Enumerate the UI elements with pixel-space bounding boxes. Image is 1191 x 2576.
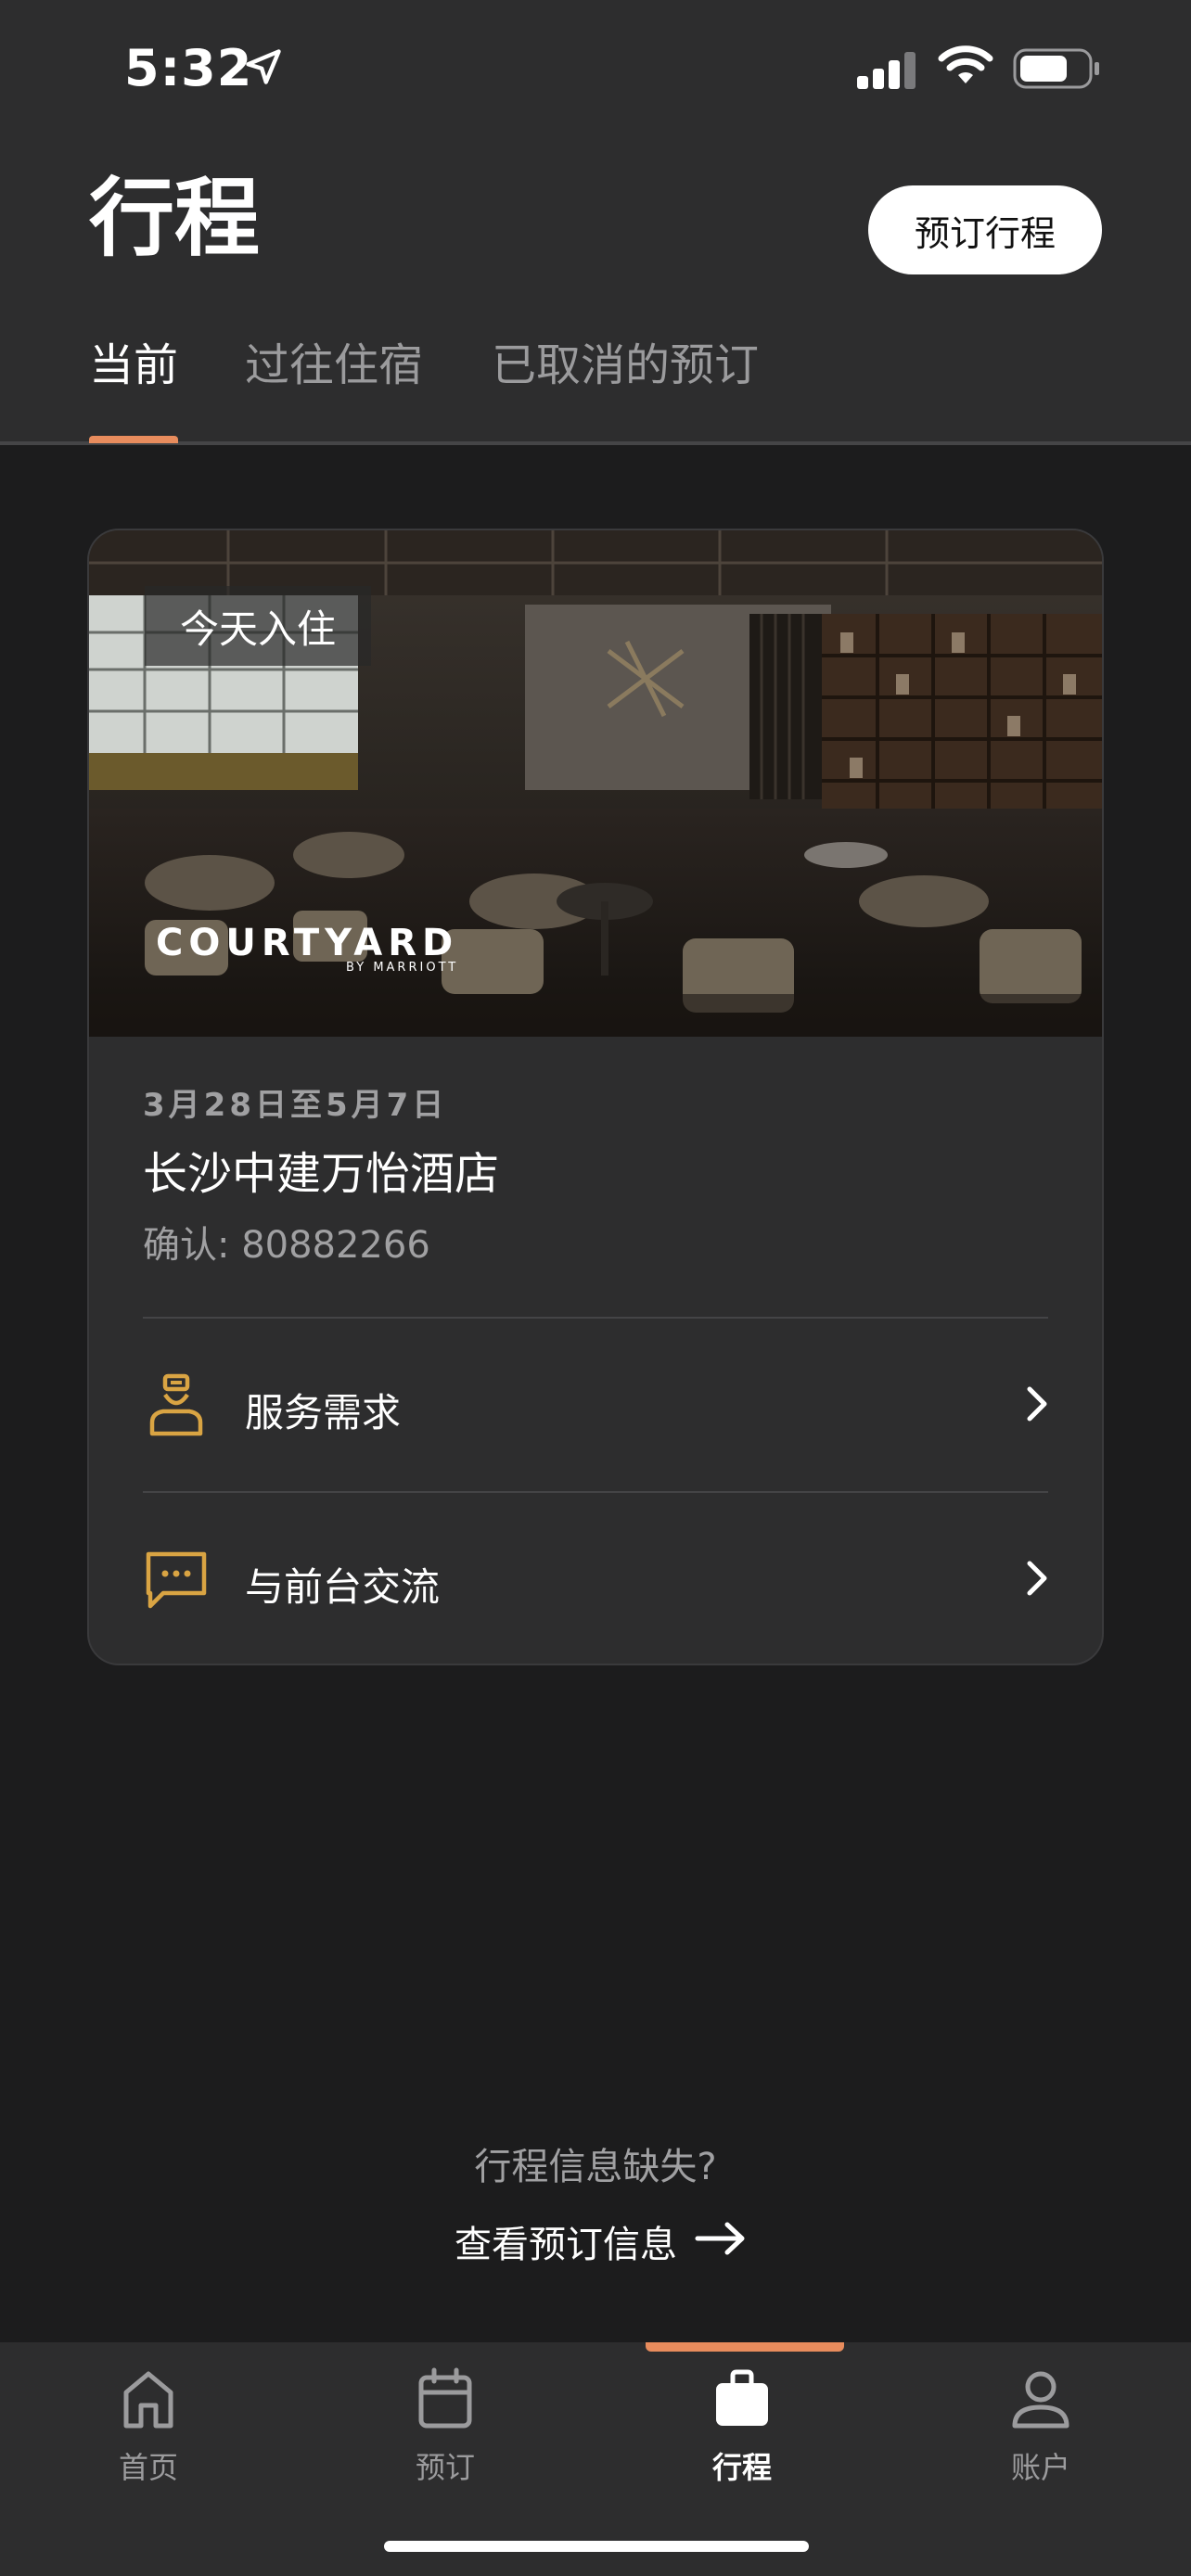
nav-trips-label: 行程 bbox=[711, 2450, 772, 2485]
chevron-right-icon bbox=[1027, 1386, 1047, 1422]
active-nav-indicator bbox=[646, 2342, 844, 2352]
confirmation-number: 确认: 80882266 bbox=[143, 1224, 430, 1267]
service-request-row[interactable]: 服务需求 bbox=[89, 1319, 1102, 1491]
tab-cancelled[interactable]: 已取消的预订 bbox=[492, 339, 759, 391]
nav-account[interactable]: 账户 bbox=[948, 2365, 1133, 2487]
home-indicator[interactable] bbox=[384, 2541, 809, 2552]
nav-home[interactable]: 首页 bbox=[56, 2365, 241, 2487]
nav-trips[interactable]: 行程 bbox=[649, 2365, 835, 2487]
missing-info-question: 行程信息缺失? bbox=[474, 2146, 717, 2188]
front-desk-chat-row[interactable]: 与前台交流 bbox=[89, 1493, 1102, 1664]
book-trip-button[interactable]: 预订行程 bbox=[868, 185, 1102, 274]
nav-booking[interactable]: 预订 bbox=[352, 2365, 538, 2487]
check-in-badge: 今天入住 bbox=[145, 586, 372, 666]
brand-logo: COURTYARD BY MARRIOTT bbox=[156, 922, 459, 975]
page-title: 行程 bbox=[89, 169, 261, 268]
reservation-card[interactable]: 今天入住 COURTYARD BY MARRIOTT 3月28日至5月7日 长沙… bbox=[89, 530, 1102, 1664]
view-reservation-link[interactable]: 查看预订信息 bbox=[455, 2214, 677, 2268]
status-time: 5:32 bbox=[124, 39, 253, 97]
front-desk-chat-label: 与前台交流 bbox=[245, 1564, 441, 1610]
tabs-divider bbox=[0, 441, 1191, 445]
nav-account-label: 账户 bbox=[1010, 2450, 1070, 2485]
location-arrow-icon bbox=[246, 49, 281, 84]
active-tab-indicator bbox=[89, 436, 178, 443]
battery-icon bbox=[1013, 48, 1099, 89]
tab-current[interactable]: 当前 bbox=[89, 339, 178, 391]
wifi-icon bbox=[938, 45, 993, 83]
arrow-right-icon[interactable] bbox=[694, 2220, 748, 2257]
concierge-icon bbox=[149, 1373, 203, 1436]
nav-booking-label: 预订 bbox=[415, 2450, 475, 2485]
cellular-signal-icon bbox=[857, 52, 916, 89]
chevron-right-icon bbox=[1027, 1561, 1047, 1596]
briefcase-icon bbox=[716, 2369, 768, 2426]
nav-home-label: 首页 bbox=[118, 2450, 178, 2485]
service-request-label: 服务需求 bbox=[245, 1390, 402, 1435]
chat-bubble-icon bbox=[146, 1551, 207, 1609]
person-icon bbox=[1012, 2371, 1069, 2429]
home-icon bbox=[123, 2371, 173, 2429]
calendar-icon bbox=[418, 2367, 472, 2429]
tab-past-stays[interactable]: 过往住宿 bbox=[245, 339, 423, 391]
hotel-name: 长沙中建万怡酒店 bbox=[143, 1148, 500, 1200]
stay-dates: 3月28日至5月7日 bbox=[143, 1087, 448, 1124]
